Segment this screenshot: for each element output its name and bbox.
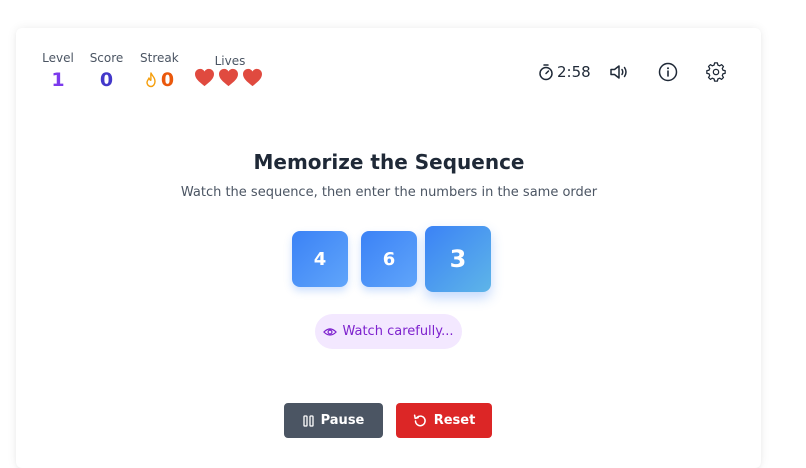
pause-label: Pause — [320, 413, 365, 428]
score-label: Score — [89, 51, 124, 65]
flame-icon — [146, 72, 156, 88]
sequence-tile: 6 — [361, 231, 417, 287]
lives-label: Lives — [214, 54, 246, 68]
reset-button[interactable]: Reset — [396, 403, 492, 438]
sequence-number: 4 — [313, 248, 327, 270]
pause-button[interactable]: Pause — [284, 403, 383, 438]
settings-button[interactable] — [704, 60, 728, 84]
pause-icon — [302, 414, 314, 427]
instructions-text: Watch the sequence, then enter the numbe… — [180, 185, 598, 200]
timer-value: 2:58 — [557, 63, 591, 81]
status-text: Watch carefully... — [342, 324, 454, 339]
reset-label: Reset — [433, 413, 476, 428]
info-icon — [658, 62, 678, 82]
sequence-number: 6 — [382, 248, 396, 270]
score-value: 0 — [99, 69, 114, 91]
level-label: Level — [42, 51, 74, 65]
heart-icon — [243, 68, 262, 87]
info-button[interactable] — [656, 60, 680, 84]
speaker-icon — [610, 65, 627, 79]
eye-icon — [323, 327, 338, 336]
sequence-number: 3 — [449, 245, 467, 273]
sequence-tile-active: 3 — [425, 226, 491, 292]
gear-icon — [706, 62, 726, 82]
page-title: Memorize the Sequence — [253, 150, 525, 174]
heart-icon — [195, 68, 214, 87]
lives-stat: Lives — [194, 54, 266, 87]
level-value: 1 — [51, 69, 65, 91]
lives-hearts — [194, 68, 266, 87]
heart-icon — [219, 68, 238, 87]
score-stat: Score 0 — [89, 51, 124, 92]
timer: 2:58 — [538, 60, 591, 84]
streak-stat: Streak 0 — [140, 51, 179, 92]
level-stat: Level 1 — [42, 51, 74, 92]
sound-button[interactable] — [607, 60, 633, 84]
stopwatch-icon — [539, 64, 553, 81]
reset-icon — [413, 413, 426, 426]
streak-label: Streak — [140, 51, 179, 65]
sequence-tile: 4 — [292, 231, 348, 287]
streak-value: 0 — [160, 69, 175, 91]
status-badge: Watch carefully... — [315, 314, 462, 349]
